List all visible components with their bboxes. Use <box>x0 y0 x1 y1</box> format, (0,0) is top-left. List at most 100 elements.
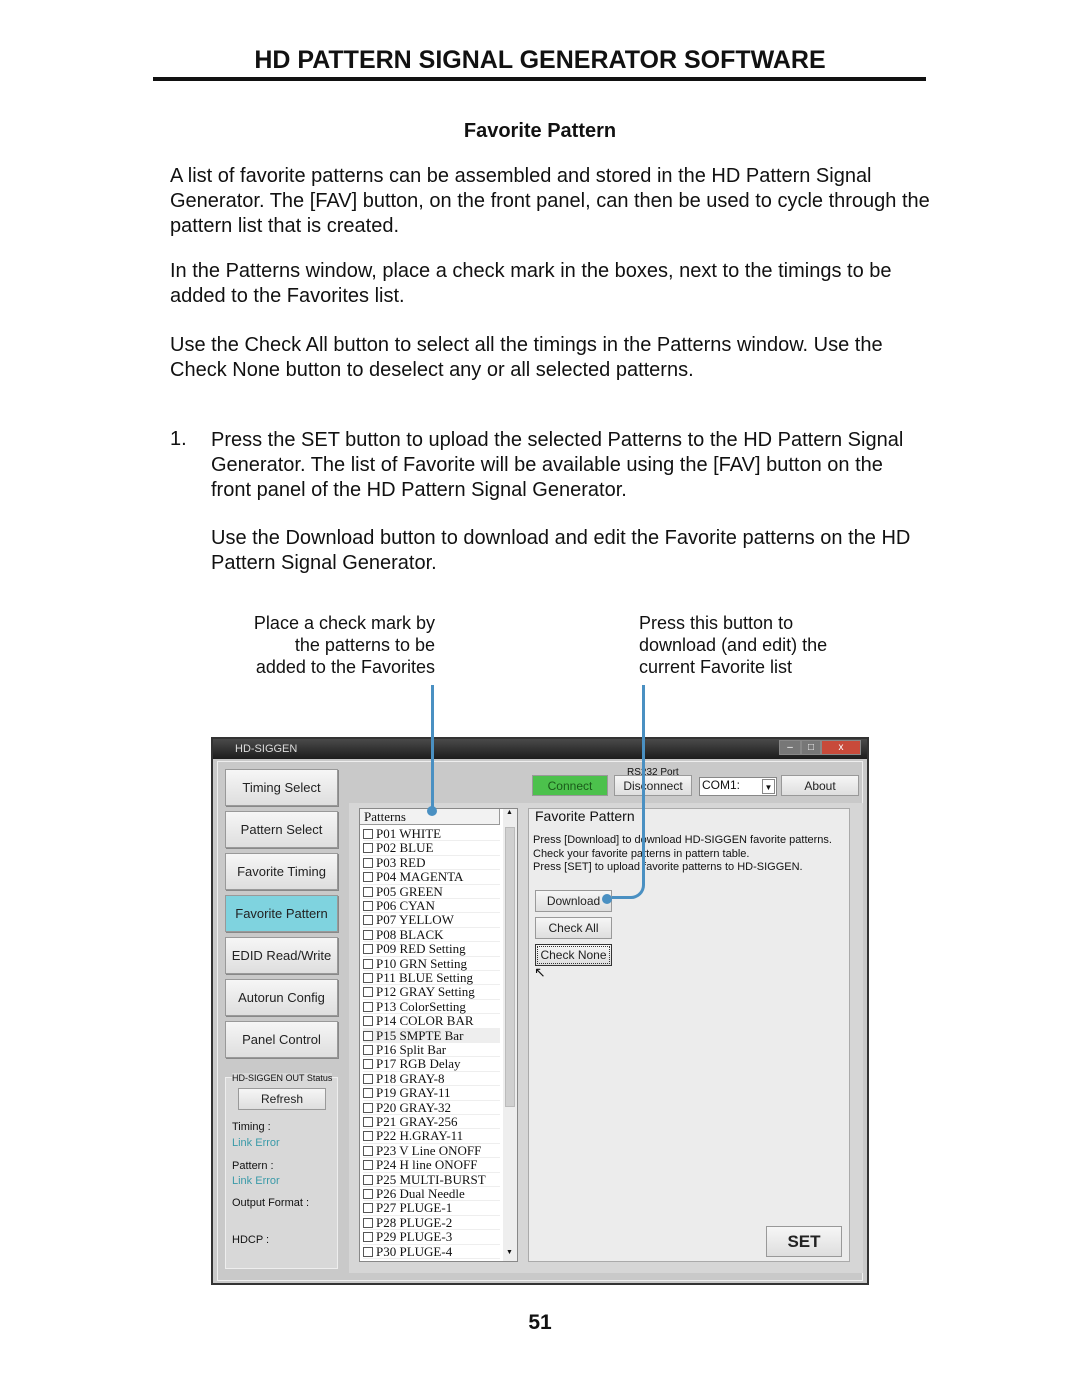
pattern-label: P25 MULTI-BURST <box>376 1171 486 1187</box>
minimize-button[interactable]: – <box>779 740 801 755</box>
pattern-row[interactable]: P19 GRAY-11 <box>363 1086 500 1101</box>
checkbox[interactable] <box>363 1016 373 1027</box>
pattern-row[interactable]: P27 PLUGE-1 <box>363 1201 500 1216</box>
checkbox[interactable] <box>363 857 373 868</box>
checkbox[interactable] <box>363 1160 373 1171</box>
pattern-row[interactable]: P31 PLUGE-5 <box>363 1259 500 1262</box>
checkbox[interactable] <box>363 1189 373 1199</box>
checkbox[interactable] <box>363 1001 373 1012</box>
checkbox[interactable] <box>363 843 373 854</box>
pattern-row[interactable]: P28 PLUGE-2 <box>363 1215 500 1231</box>
pattern-row[interactable]: P05 GREEN <box>363 883 500 899</box>
pattern-label: P05 GREEN <box>376 883 443 899</box>
checkbox[interactable] <box>363 1059 373 1070</box>
pattern-row[interactable]: P16 Split Bar <box>363 1043 500 1058</box>
nav-panel-control[interactable]: Panel Control <box>225 1021 338 1058</box>
nav-autorun-config[interactable]: Autorun Config <box>225 979 338 1016</box>
checkbox[interactable] <box>363 1030 373 1041</box>
pattern-row[interactable]: P30 PLUGE-4 <box>363 1244 500 1259</box>
checkbox[interactable] <box>363 886 373 897</box>
checkbox[interactable] <box>363 1073 373 1084</box>
checkbox[interactable] <box>363 958 373 969</box>
callout-dot-left <box>427 806 437 816</box>
pattern-row[interactable]: P29 PLUGE-3 <box>363 1230 500 1245</box>
checkbox[interactable] <box>363 1203 373 1214</box>
instruction-line: Press [SET] to upload favorite patterns … <box>533 861 803 873</box>
scroll-down-icon[interactable]: ▼ <box>506 1249 513 1256</box>
step-number: 1. <box>170 428 187 450</box>
pattern-row[interactable]: P14 COLOR BAR <box>363 1014 500 1029</box>
checkbox[interactable] <box>363 944 373 955</box>
nav-pattern-select[interactable]: Pattern Select <box>225 811 338 848</box>
checkbox[interactable] <box>363 1117 373 1127</box>
checkbox[interactable] <box>363 1261 373 1262</box>
pattern-row[interactable]: P15 SMPTE Bar <box>363 1028 500 1043</box>
checkbox[interactable] <box>363 1045 373 1055</box>
pattern-row[interactable]: P26 Dual Needle <box>363 1186 500 1202</box>
disconnect-button[interactable]: Disconnect <box>614 775 692 796</box>
com-port-select[interactable]: COM1: ▼ <box>699 777 777 796</box>
pattern-label: P22 H.GRAY-11 <box>376 1128 464 1144</box>
pattern-row[interactable]: P18 GRAY-8 <box>363 1071 500 1087</box>
checkbox[interactable] <box>363 1246 373 1257</box>
checkbox[interactable] <box>363 901 373 911</box>
pattern-label: P02 BLUE <box>376 840 434 856</box>
check-all-button[interactable]: Check All <box>535 917 612 939</box>
pattern-row[interactable]: P07 YELLOW <box>363 913 500 928</box>
checkbox[interactable] <box>363 987 373 998</box>
checkbox[interactable] <box>363 829 373 839</box>
checkbox[interactable] <box>363 1102 373 1113</box>
pattern-row[interactable]: P24 H line ONOFF <box>363 1157 500 1173</box>
checkbox[interactable] <box>363 1131 373 1142</box>
pattern-label: P03 RED <box>376 854 426 870</box>
check-none-button[interactable]: Check None <box>535 944 612 966</box>
refresh-button[interactable]: Refresh <box>238 1088 326 1110</box>
pattern-row[interactable]: P02 BLUE <box>363 840 500 856</box>
pattern-row[interactable]: P10 GRN Setting <box>363 956 500 971</box>
step-extra: Use the Download button to download and … <box>211 527 911 574</box>
checkbox[interactable] <box>363 929 373 940</box>
pattern-row[interactable]: P20 GRAY-32 <box>363 1100 500 1115</box>
pattern-row[interactable]: P11 BLUE Setting <box>363 971 500 986</box>
pattern-row[interactable]: P25 MULTI-BURST <box>363 1171 500 1187</box>
pattern-row[interactable]: P21 GRAY-256 <box>363 1114 500 1130</box>
maximize-button[interactable]: □ <box>801 740 821 755</box>
pattern-row[interactable]: P13 ColorSetting <box>363 998 500 1015</box>
pattern-label: P21 GRAY-256 <box>376 1114 458 1129</box>
scroll-up-icon[interactable]: ▲ <box>506 809 513 816</box>
scrollbar[interactable]: ▲ ▼ <box>503 809 517 1261</box>
checkbox[interactable] <box>363 1232 373 1243</box>
pattern-label: P24 H line ONOFF <box>376 1157 478 1173</box>
connect-button[interactable]: Connect <box>532 775 608 796</box>
close-button[interactable]: x <box>821 740 861 755</box>
checkbox[interactable] <box>363 973 373 983</box>
pattern-row[interactable]: P01 WHITE <box>363 827 500 842</box>
pattern-row[interactable]: P23 V Line ONOFF <box>363 1143 500 1159</box>
checkbox[interactable] <box>363 872 373 883</box>
about-button[interactable]: About <box>781 775 859 796</box>
checkbox[interactable] <box>363 915 373 926</box>
nav-favorite-timing[interactable]: Favorite Timing <box>225 853 338 890</box>
nav-edid-read-write[interactable]: EDID Read/Write <box>225 937 338 974</box>
checkbox[interactable] <box>363 1145 373 1156</box>
pattern-label: P13 ColorSetting <box>376 998 466 1014</box>
nav-timing-select[interactable]: Timing Select <box>225 769 338 806</box>
pattern-row[interactable]: P08 BLACK <box>363 927 500 943</box>
pattern-row[interactable]: P04 MAGENTA <box>363 870 500 885</box>
set-button[interactable]: SET <box>766 1226 842 1257</box>
checkbox[interactable] <box>363 1217 373 1228</box>
pattern-row[interactable]: P09 RED Setting <box>363 942 500 957</box>
paragraph: In the Patterns window, place a check ma… <box>170 260 892 307</box>
pattern-row[interactable]: P22 H.GRAY-11 <box>363 1128 500 1144</box>
pattern-row[interactable]: P12 GRAY Setting <box>363 985 500 1000</box>
pattern-row[interactable]: P17 RGB Delay <box>363 1057 500 1072</box>
pattern-row[interactable]: P06 CYAN <box>363 899 500 914</box>
pattern-label: P26 Dual Needle <box>376 1186 465 1201</box>
checkbox[interactable] <box>363 1174 373 1185</box>
patterns-list[interactable]: Patterns P01 WHITE P02 BLUE P03 RED P04 MAG… <box>359 808 518 1262</box>
scrollbar-thumb[interactable] <box>505 827 515 1107</box>
download-button[interactable]: Download <box>535 890 612 912</box>
nav-favorite-pattern[interactable]: Favorite Pattern <box>225 895 338 932</box>
pattern-row[interactable]: P03 RED <box>363 854 500 871</box>
checkbox[interactable] <box>363 1088 373 1099</box>
